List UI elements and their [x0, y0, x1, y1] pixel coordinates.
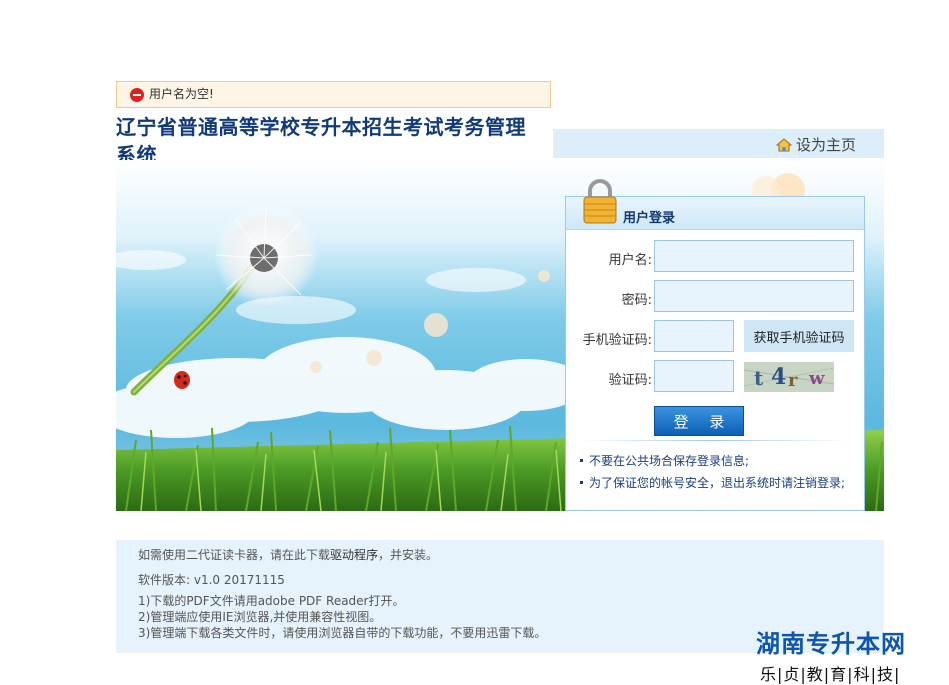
captcha-row: 验证码: t 4 r w	[566, 360, 866, 394]
captcha-char: w	[808, 368, 825, 389]
lock-icon	[583, 179, 617, 224]
sms-code-input[interactable]	[654, 320, 734, 352]
captcha-char: r	[788, 370, 798, 391]
error-banner: 用户名为空!	[116, 81, 551, 108]
driver-download-line: 如需使用二代证读卡器，请在此下载驱动程序，并安装。	[138, 546, 438, 563]
driver-text-post: ，并安装。	[378, 548, 439, 562]
login-title: 用户登录	[623, 211, 676, 226]
watermark-title: 湖南专升本网	[756, 630, 906, 658]
note-item: 3)管理端下载各类文件时，请使用浏览器自带的下载功能，不要用迅雷下载。	[138, 626, 547, 640]
get-sms-code-button[interactable]: 获取手机验证码	[744, 320, 854, 352]
sms-code-label: 手机验证码:	[582, 333, 652, 348]
username-label: 用户名:	[608, 253, 652, 268]
username-row: 用户名:	[566, 240, 866, 274]
divider	[580, 440, 850, 441]
tip-public-place: 不要在公共场合保存登录信息;	[580, 452, 749, 469]
software-version: 软件版本: v1.0 20171115	[138, 573, 285, 587]
error-icon	[130, 88, 144, 102]
login-panel: 用户登录 用户名: 密码: 手机验证码: 获取手机验证码 验证码: t 4 r …	[565, 179, 866, 511]
error-text: 用户名为空!	[149, 87, 214, 101]
captcha-char: 4	[771, 364, 786, 390]
captcha-char: t	[754, 366, 764, 390]
password-input[interactable]	[654, 280, 854, 312]
note-item: 1)下载的PDF文件请用adobe PDF Reader打开。	[138, 594, 405, 608]
password-label: 密码:	[621, 293, 652, 308]
driver-download-link[interactable]: 驱动程序	[330, 548, 378, 562]
sms-code-row: 手机验证码: 获取手机验证码	[566, 320, 866, 354]
username-input[interactable]	[654, 240, 854, 272]
home-bar: 设为主页	[553, 129, 884, 158]
login-button[interactable]: 登 录	[654, 406, 744, 436]
captcha-input[interactable]	[654, 360, 734, 392]
set-homepage-label: 设为主页	[795, 136, 856, 154]
captcha-label: 验证码:	[608, 373, 652, 388]
home-icon	[775, 138, 792, 152]
note-item: 2)管理端应使用IE浏览器,并使用兼容性视图。	[138, 610, 382, 624]
set-homepage-link[interactable]: 设为主页	[775, 134, 856, 155]
captcha-image[interactable]: t 4 r w	[744, 362, 834, 392]
tip-logout: 为了保证您的帐号安全，退出系统时请注销登录;	[580, 474, 845, 491]
watermark-subtitle: 乐|贞|教|育|科|技|	[760, 665, 901, 684]
password-row: 密码:	[566, 280, 866, 314]
driver-text-pre: 如需使用二代证读卡器，请在此下载	[138, 548, 331, 562]
